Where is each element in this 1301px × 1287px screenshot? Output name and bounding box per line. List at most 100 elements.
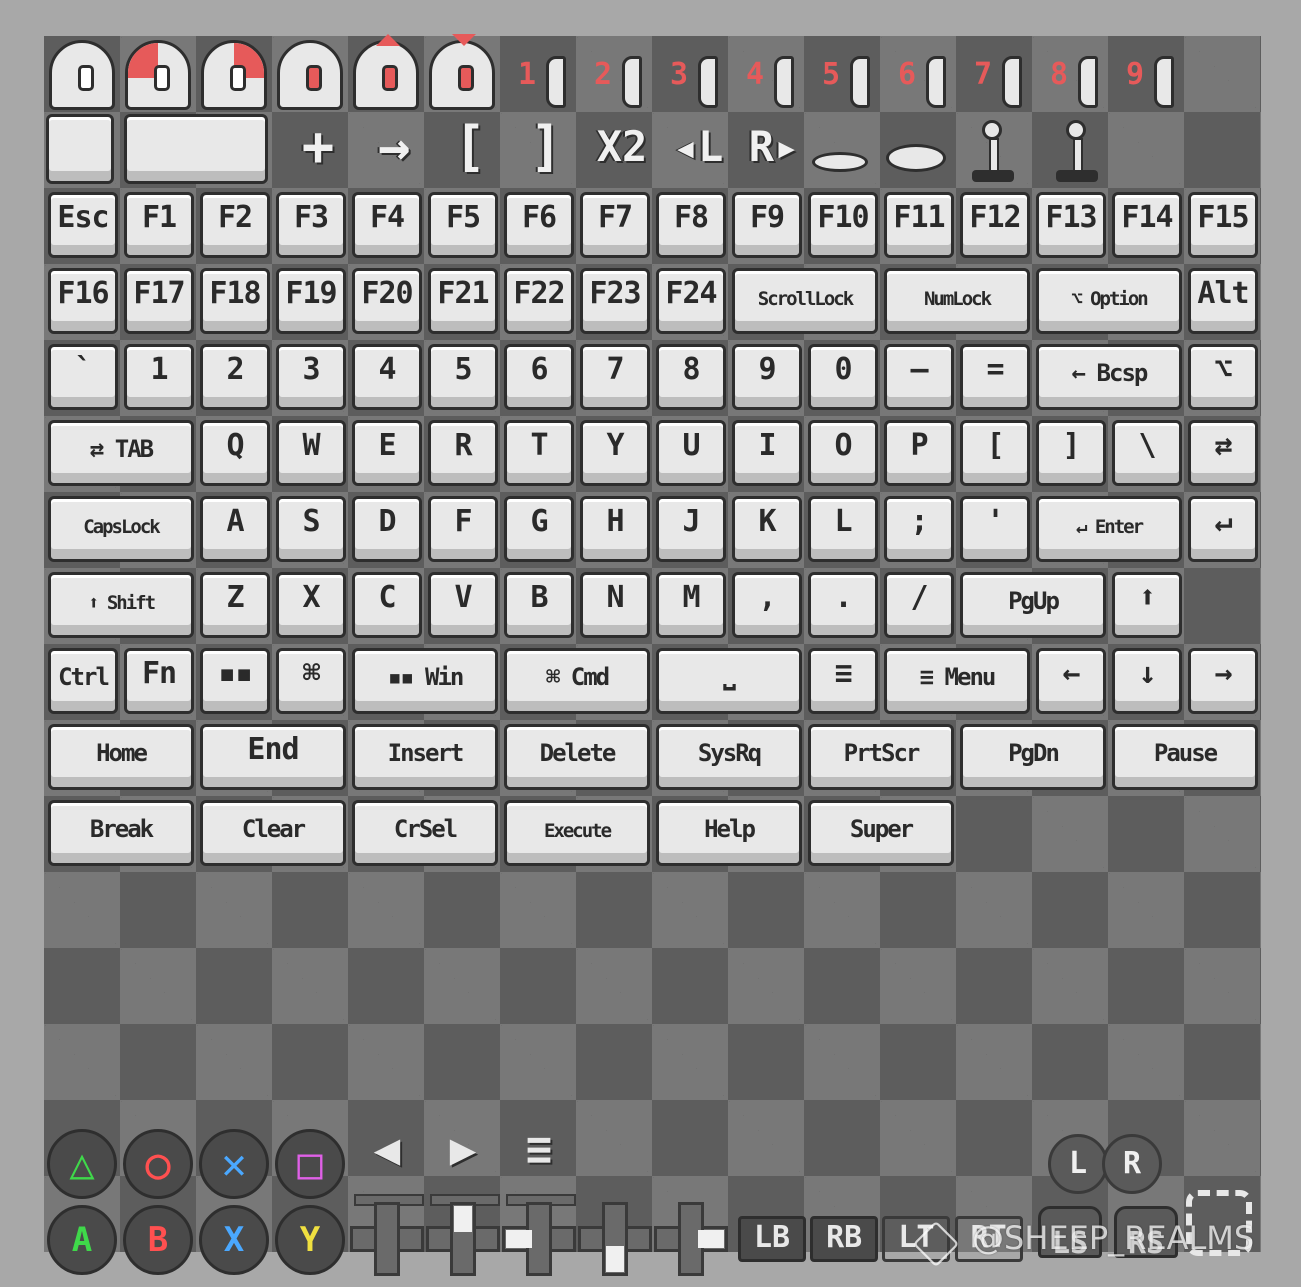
key-row3-7[interactable]: 7 (580, 344, 650, 410)
key-row3-10[interactable]: 0 (808, 344, 878, 410)
key-row4-1[interactable]: Q (200, 420, 270, 486)
key-row7-10[interactable]: ↓ (1112, 648, 1182, 714)
key-row5-3[interactable]: D (352, 496, 422, 562)
key-row8-1[interactable]: End (200, 724, 346, 790)
key-row1-10[interactable]: F10 (808, 192, 878, 258)
key-row4-10[interactable]: P (884, 420, 954, 486)
key-row3-2[interactable]: 2 (200, 344, 270, 410)
key-row6-3[interactable]: C (352, 572, 422, 638)
key-row3-1[interactable]: 1 (124, 344, 194, 410)
key-row1-7[interactable]: F7 (580, 192, 650, 258)
key-row8-4[interactable]: SysRq (656, 724, 802, 790)
key-row6-0[interactable]: ⬆ Shift (48, 572, 194, 638)
key-row9-1[interactable]: Clear (200, 800, 346, 866)
key-row4-3[interactable]: E (352, 420, 422, 486)
key-row4-4[interactable]: R (428, 420, 498, 486)
key-row1-3[interactable]: F3 (276, 192, 346, 258)
key-row2-1[interactable]: F17 (124, 268, 194, 334)
key-row7-8[interactable]: ≡ Menu (884, 648, 1030, 714)
key-row4-7[interactable]: U (656, 420, 726, 486)
key-row7-3[interactable]: ⌘ (276, 648, 346, 714)
key-row2-0[interactable]: F16 (48, 268, 118, 334)
key-row7-9[interactable]: ← (1036, 648, 1106, 714)
key-row6-7[interactable]: M (656, 572, 726, 638)
key-row1-2[interactable]: F2 (200, 192, 270, 258)
key-row5-10[interactable]: ; (884, 496, 954, 562)
key-row8-3[interactable]: Delete (504, 724, 650, 790)
key-row5-8[interactable]: K (732, 496, 802, 562)
key-row7-0[interactable]: Ctrl (48, 648, 118, 714)
key-row9-2[interactable]: CrSel (352, 800, 498, 866)
key-row6-8[interactable]: , (732, 572, 802, 638)
key-row4-11[interactable]: [ (960, 420, 1030, 486)
key-row9-3[interactable]: Execute (504, 800, 650, 866)
key-row7-1[interactable]: Fn (124, 648, 194, 714)
key-row7-11[interactable]: → (1188, 648, 1258, 714)
key-row9-5[interactable]: Super (808, 800, 954, 866)
key-row1-8[interactable]: F8 (656, 192, 726, 258)
key-row4-12[interactable]: ] (1036, 420, 1106, 486)
key-row8-7[interactable]: Pause (1112, 724, 1258, 790)
key-row6-10[interactable]: / (884, 572, 954, 638)
key-row2-3[interactable]: F19 (276, 268, 346, 334)
key-row8-0[interactable]: Home (48, 724, 194, 790)
key-row1-13[interactable]: F13 (1036, 192, 1106, 258)
key-row4-5[interactable]: T (504, 420, 574, 486)
key-row2-8[interactable]: F24 (656, 268, 726, 334)
key-row5-2[interactable]: S (276, 496, 346, 562)
key-row2-5[interactable]: F21 (428, 268, 498, 334)
key-row2-12[interactable]: Alt (1188, 268, 1258, 334)
key-row1-1[interactable]: F1 (124, 192, 194, 258)
key-row6-9[interactable]: . (808, 572, 878, 638)
key-row3-0[interactable]: ` (48, 344, 118, 410)
key-row5-11[interactable]: ' (960, 496, 1030, 562)
key-row7-5[interactable]: ⌘ Cmd (504, 648, 650, 714)
key-row8-2[interactable]: Insert (352, 724, 498, 790)
key-row5-4[interactable]: F (428, 496, 498, 562)
key-row6-1[interactable]: Z (200, 572, 270, 638)
key-row9-4[interactable]: Help (656, 800, 802, 866)
key-row2-7[interactable]: F23 (580, 268, 650, 334)
key-row4-2[interactable]: W (276, 420, 346, 486)
key-row8-5[interactable]: PrtScr (808, 724, 954, 790)
key-row3-8[interactable]: 8 (656, 344, 726, 410)
key-row6-4[interactable]: V (428, 572, 498, 638)
key-row4-13[interactable]: \ (1112, 420, 1182, 486)
key-row3-11[interactable]: – (884, 344, 954, 410)
key-row3-6[interactable]: 6 (504, 344, 574, 410)
key-row5-9[interactable]: L (808, 496, 878, 562)
key-row2-2[interactable]: F18 (200, 268, 270, 334)
key-row3-4[interactable]: 4 (352, 344, 422, 410)
key-row1-0[interactable]: Esc (48, 192, 118, 258)
key-row5-6[interactable]: H (580, 496, 650, 562)
key-row8-6[interactable]: PgDn (960, 724, 1106, 790)
key-row3-14[interactable]: ⌥ (1188, 344, 1258, 410)
key-row1-15[interactable]: F15 (1188, 192, 1258, 258)
key-row3-12[interactable]: = (960, 344, 1030, 410)
key-row5-7[interactable]: J (656, 496, 726, 562)
key-row3-5[interactable]: 5 (428, 344, 498, 410)
key-row1-14[interactable]: F14 (1112, 192, 1182, 258)
key-row7-7[interactable]: ≡ (808, 648, 878, 714)
key-row4-0[interactable]: ⇄ TAB (48, 420, 194, 486)
key-row2-9[interactable]: ScrollLock (732, 268, 878, 334)
key-row1-12[interactable]: F12 (960, 192, 1030, 258)
key-row3-13[interactable]: ← Bcsp (1036, 344, 1182, 410)
key-row5-1[interactable]: A (200, 496, 270, 562)
key-row6-5[interactable]: B (504, 572, 574, 638)
key-row2-11[interactable]: ⌥ Option (1036, 268, 1182, 334)
key-row4-8[interactable]: I (732, 420, 802, 486)
key-row4-9[interactable]: O (808, 420, 878, 486)
key-row5-13[interactable]: ↵ (1188, 496, 1258, 562)
key-row7-2[interactable]: ▪▪ (200, 648, 270, 714)
key-row7-4[interactable]: ▪▪ Win (352, 648, 498, 714)
key-row6-12[interactable]: ⬆ (1112, 572, 1182, 638)
key-row3-3[interactable]: 3 (276, 344, 346, 410)
key-row7-6[interactable]: ⎵ (656, 648, 802, 714)
key-row9-0[interactable]: Break (48, 800, 194, 866)
key-row2-10[interactable]: NumLock (884, 268, 1030, 334)
key-row4-14[interactable]: ⇄ (1188, 420, 1258, 486)
key-row1-5[interactable]: F5 (428, 192, 498, 258)
key-row2-6[interactable]: F22 (504, 268, 574, 334)
key-row1-11[interactable]: F11 (884, 192, 954, 258)
